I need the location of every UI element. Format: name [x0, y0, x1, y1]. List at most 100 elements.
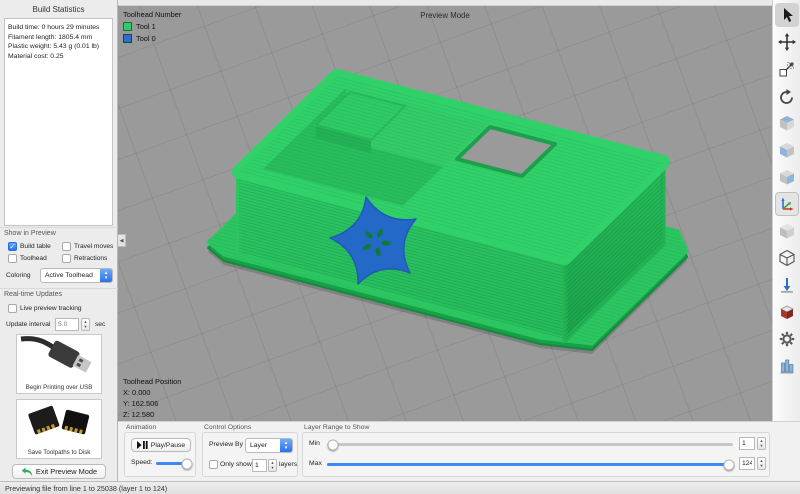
tool1-color-swatch: [123, 22, 132, 31]
retractions-label: Retractions: [74, 255, 107, 262]
layer-range-group-label: Layer Range to Show: [304, 424, 369, 431]
solid-view-cube-icon[interactable]: [775, 219, 799, 243]
coloring-dropdown-value: Active Toolhead: [45, 272, 93, 279]
animation-group-label: Animation: [126, 424, 156, 431]
panel-title: Build Statistics: [0, 5, 117, 14]
dropdown-arrows-icon: ▲▼: [100, 269, 112, 282]
travel-moves-label: Travel moves: [74, 243, 113, 250]
back-arrow-icon: [21, 467, 33, 477]
save-toolpaths-disk-button[interactable]: Save Toolpaths to Disk: [16, 399, 102, 459]
sd-button-caption: Save Toolpaths to Disk: [17, 449, 101, 456]
gear-icon[interactable]: [775, 327, 799, 351]
toolhead-label: Toolhead: [20, 255, 47, 262]
layer-columns-icon[interactable]: [775, 354, 799, 378]
play-pause-button[interactable]: Play/Pause: [131, 438, 191, 452]
preview-controls-panel: Animation Play/Pause Speed: Control Opti…: [118, 421, 800, 481]
stat-filament-length: Filament length: 1805.4 mm: [8, 33, 109, 43]
preview-by-dropdown[interactable]: Layer ▲▼: [245, 438, 293, 453]
usb-cable-image: [19, 335, 99, 375]
stat-material-cost: Material cost: 0.25: [8, 52, 109, 62]
max-slider-knob[interactable]: [723, 459, 734, 470]
toolhead-position-z: Z: 12.580: [123, 409, 181, 420]
normals-arrow-icon[interactable]: [775, 273, 799, 297]
usb-button-caption: Begin Printing over USB: [17, 384, 101, 391]
coloring-dropdown[interactable]: Active Toolhead ▲▼: [40, 268, 113, 283]
legend-item-tool1: Tool 1: [123, 22, 181, 31]
control-options-group-label: Control Options: [204, 424, 251, 431]
wireframe-view-cube-icon[interactable]: [775, 246, 799, 270]
speed-label: Speed:: [131, 459, 153, 466]
min-slider-knob[interactable]: [328, 439, 339, 450]
only-show-label: Only show: [220, 461, 252, 468]
retractions-checkbox[interactable]: [62, 254, 71, 263]
travel-moves-checkbox[interactable]: [62, 242, 71, 251]
view-cube-top-icon[interactable]: [775, 111, 799, 135]
legend-item-tool0: Tool 0: [123, 34, 181, 43]
divider: [0, 227, 118, 228]
status-text: Previewing file from line 1 to 25038 (la…: [5, 484, 167, 493]
select-cursor-icon[interactable]: [775, 3, 799, 27]
view-toolbar: [772, 0, 800, 481]
preview-3d-viewport[interactable]: Toolhead Number Tool 1 Tool 0 Preview Mo…: [118, 6, 772, 421]
coordinate-axes-icon[interactable]: [775, 192, 799, 216]
view-cube-front-icon[interactable]: [775, 138, 799, 162]
only-show-field[interactable]: [252, 459, 267, 472]
toolhead-position-x: X: 0.000: [123, 387, 181, 398]
only-show-stepper[interactable]: ▲▼: [268, 459, 277, 472]
update-interval-label: Update interval: [6, 321, 50, 328]
status-bar: Previewing file from line 1 to 25038 (la…: [0, 481, 800, 494]
app-window: Build Statistics Build time: 0 hours 29 …: [0, 0, 800, 494]
update-interval-stepper[interactable]: ▲▼: [81, 318, 90, 331]
scale-tool-icon[interactable]: [775, 57, 799, 81]
stat-plastic-weight: Plastic weight: 5.43 g (0.01 lb): [8, 42, 109, 52]
toolhead-position-readout: Toolhead Position X: 0.000 Y: 162.506 Z:…: [123, 376, 181, 420]
tool0-label: Tool 0: [136, 34, 156, 43]
preview-mode-label: Preview Mode: [118, 11, 772, 20]
view-cube-side-icon[interactable]: [775, 165, 799, 189]
divider: [0, 288, 118, 289]
toolhead-position-title: Toolhead Position: [123, 376, 181, 387]
play-pause-icon: [137, 441, 148, 449]
tool1-label: Tool 1: [136, 22, 156, 31]
speed-slider[interactable]: [156, 462, 190, 465]
show-in-preview-label: Show in Preview: [4, 230, 56, 237]
toolhead-checkbox[interactable]: [8, 254, 17, 263]
max-layer-field[interactable]: [739, 457, 755, 470]
sd-cards-image: [19, 400, 99, 440]
min-label: Min: [309, 440, 320, 447]
panel-collapse-handle[interactable]: ◀: [118, 234, 126, 247]
rotate-tool-icon[interactable]: [775, 84, 799, 108]
build-table-label: Build table: [20, 243, 51, 250]
only-show-checkbox[interactable]: [209, 460, 218, 469]
min-layer-stepper[interactable]: ▲▼: [757, 437, 766, 450]
stat-build-time: Build time: 0 hours 29 minutes: [8, 23, 109, 33]
min-layer-slider[interactable]: [327, 443, 733, 446]
move-tool-icon[interactable]: [775, 30, 799, 54]
update-interval-field[interactable]: [55, 318, 79, 331]
printed-model-3d-view: [118, 6, 772, 421]
play-pause-label: Play/Pause: [151, 442, 185, 449]
live-preview-tracking-checkbox[interactable]: [8, 304, 17, 313]
layer-range-group: Min ▲▼ Max ▲▼: [302, 432, 770, 477]
max-label: Max: [309, 460, 322, 467]
dropdown-arrows-icon: ▲▼: [280, 439, 292, 452]
min-layer-field[interactable]: [739, 437, 755, 450]
animation-group: Play/Pause Speed:: [124, 432, 196, 477]
live-preview-tracking-label: Live preview tracking: [20, 305, 82, 312]
max-layer-slider[interactable]: [327, 463, 733, 466]
coloring-label: Coloring: [6, 272, 31, 279]
build-table-checkbox[interactable]: [8, 242, 17, 251]
control-options-group: Preview By Layer ▲▼ Only show ▲▼ layers: [202, 432, 298, 477]
build-statistics-box: Build time: 0 hours 29 minutes Filament …: [4, 18, 113, 226]
toolhead-position-y: Y: 162.506: [123, 398, 181, 409]
realtime-updates-label: Real-time Updates: [4, 291, 62, 298]
only-show-unit: layers: [279, 461, 297, 468]
speed-slider-knob[interactable]: [181, 458, 192, 469]
cross-section-icon[interactable]: [775, 300, 799, 324]
preview-by-value: Layer: [250, 442, 267, 449]
begin-printing-usb-button[interactable]: Begin Printing over USB: [16, 334, 102, 394]
exit-preview-mode-button[interactable]: Exit Preview Mode: [12, 464, 106, 479]
tool0-color-swatch: [123, 34, 132, 43]
update-interval-unit: sec: [95, 321, 105, 328]
max-layer-stepper[interactable]: ▲▼: [757, 457, 766, 470]
